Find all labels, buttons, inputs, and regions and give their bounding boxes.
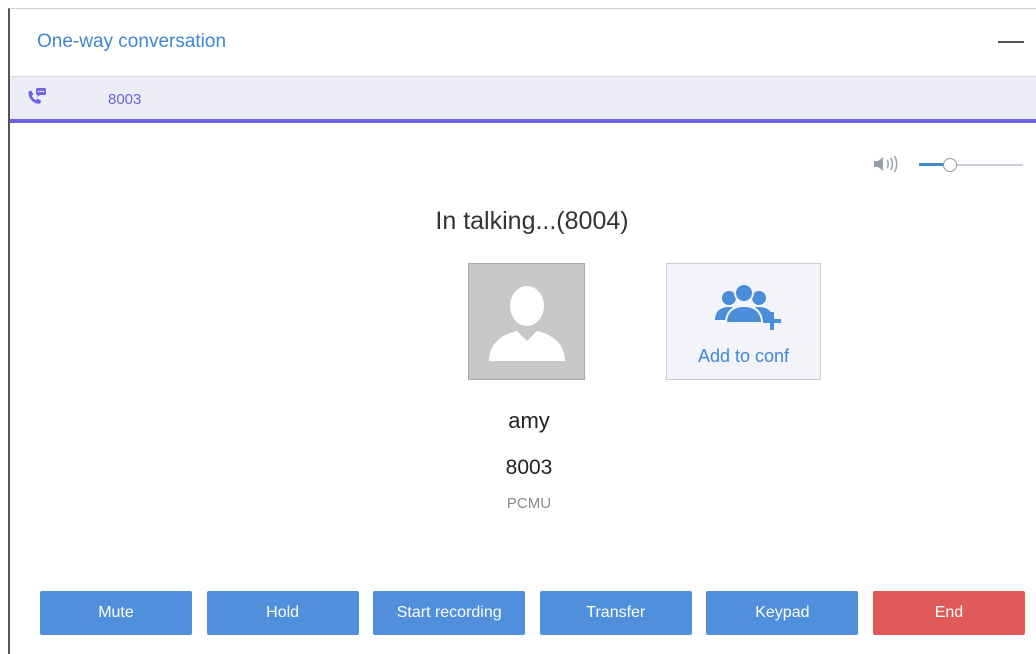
caller-codec: PCMU [506, 495, 552, 512]
keypad-button[interactable]: Keypad [706, 591, 859, 635]
call-tab-8003[interactable]: 8003 [108, 91, 141, 108]
person-silhouette-icon [489, 286, 565, 361]
caller-avatar [468, 263, 585, 380]
title-bar: One-way conversation [10, 9, 1036, 77]
call-status: In talking...(8004) [435, 207, 629, 235]
add-to-conf-button[interactable]: Add to conf [666, 263, 821, 380]
add-to-conf-label: Add to conf [697, 346, 790, 366]
volume-knob[interactable] [943, 158, 958, 172]
caller-name: amy [508, 408, 550, 433]
minimize-button[interactable] [998, 31, 1026, 53]
mute-button[interactable]: Mute [40, 591, 192, 635]
window-title: One-way conversation [37, 31, 227, 52]
call-tab-bar: 8003 [10, 77, 1036, 123]
phone-chat-icon [28, 88, 46, 104]
call-action-bar: Mute Hold Start recording Transfer Keypa… [40, 591, 1025, 635]
caller-number: 8003 [505, 456, 553, 479]
transfer-button[interactable]: Transfer [539, 591, 692, 635]
add-group-icon [715, 283, 781, 330]
conversation-window: One-way conversation 8003 In talking...(… [8, 8, 1036, 654]
volume-slider[interactable] [919, 157, 1023, 173]
speaker-icon[interactable] [872, 155, 902, 173]
hold-button[interactable]: Hold [206, 591, 359, 635]
end-call-button[interactable]: End [872, 591, 1025, 635]
start-recording-button[interactable]: Start recording [373, 591, 526, 635]
